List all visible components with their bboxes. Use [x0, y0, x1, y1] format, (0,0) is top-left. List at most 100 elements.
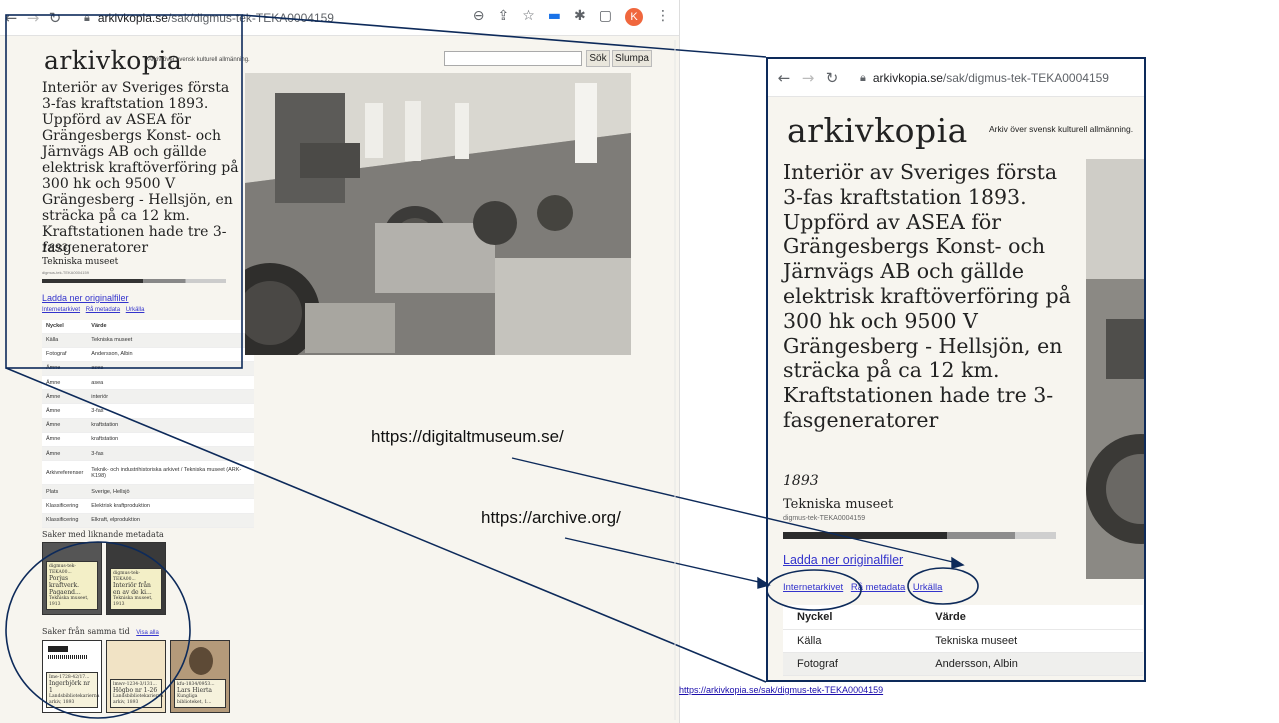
same-time-thumb[interactable]: lmwv-1234-3/131... Högbo nr 1-26 Landsbi… [106, 640, 166, 713]
cell-value: Andersson, Albin [921, 652, 1143, 676]
slide: ← → ↻ 🔒︎ arkivkopia.se/sak/digmus-tek-TE… [0, 0, 1279, 723]
cell-value: Elkraft, elproduktion [87, 513, 254, 528]
internetarkivet-link[interactable]: Internetarkivet [783, 582, 843, 593]
table-row: Ämne kraftstation [42, 418, 254, 433]
similar-thumb[interactable]: digmus-tek-TEKA00... Porjus kraftverk. P… [42, 542, 102, 615]
table-row: Ämne asea [42, 375, 254, 391]
share-icon[interactable]: ⇪ [498, 8, 510, 26]
cell-value: asea [87, 361, 254, 377]
forward-icon[interactable]: → [796, 69, 820, 87]
thumb-source: Kungliga biblioteket, 1... [177, 694, 212, 705]
address-bar[interactable]: arkivkopia.se/sak/digmus-tek-TEKA0004159 [98, 11, 334, 25]
search-button[interactable]: Sök [586, 50, 610, 67]
menu-icon[interactable]: ⋮ [656, 8, 670, 26]
archive-label: https://archive.org/ [481, 508, 621, 527]
source-link[interactable]: Urkälla [913, 582, 943, 593]
puzzle-icon[interactable]: ✱ [574, 8, 586, 26]
same-time-thumb[interactable]: kfu-1834/0953... Lars Hierta Kungliga bi… [170, 640, 230, 713]
cell-key: Ämne [42, 432, 88, 448]
forward-icon[interactable]: → [22, 9, 44, 27]
table-row: Fotograf Andersson, Albin [783, 652, 1143, 676]
item-year: 1893 [783, 473, 819, 489]
thumb-card: lmwv-1234-3/131... Högbo nr 1-26 Landsbi… [110, 678, 164, 708]
source-links: Internetarkivet Rå metadata Urkälla [783, 582, 947, 593]
cell-value: 3-fas [87, 446, 254, 462]
back-icon[interactable]: ← [0, 9, 22, 27]
table-row: Fotograf Andersson, Albin [42, 347, 254, 362]
cell-value: kraftstation [87, 418, 254, 433]
cell-value: 3-fas [87, 403, 254, 419]
cell-key: Klassificering [42, 513, 88, 528]
search-input[interactable] [444, 51, 582, 66]
thumb-title: Ingerbjörk nr 1 [49, 680, 90, 694]
cell-key: Plats [42, 484, 88, 500]
back-icon[interactable]: ← [772, 69, 796, 87]
item-photograph[interactable] [245, 73, 631, 355]
thumb-source: Landsbibliotekarierna arkiv, 1893 [113, 694, 164, 705]
thumb-title: Lars Hierta [177, 687, 212, 694]
cell-value: Elektrisk kraftproduktion [87, 498, 254, 514]
zoom-icon[interactable]: ⊖ [473, 8, 485, 26]
lock-icon: 🔒︎ [860, 70, 866, 84]
sidepanel-icon[interactable]: ▢ [599, 8, 612, 26]
cell-value: asea [87, 375, 254, 391]
thumb-card: digmus-tek-TEKA00... Interiör från en av… [110, 568, 162, 610]
cell-value: Tekniska museet [87, 333, 254, 348]
cell-value: Tekniska museet [921, 629, 1143, 653]
metadata-table: Nyckel Värde Källa Tekniska museet Fotogra… [42, 320, 254, 528]
cell-key: Ämne [42, 446, 88, 462]
item-photograph[interactable] [1086, 159, 1144, 579]
internetarkivet-link[interactable]: Internetarkivet [42, 307, 80, 313]
item-identifier: digmus-tek-TEKA0004159 [42, 270, 89, 275]
photo-crop [1086, 159, 1144, 579]
cell-key: Källa [783, 629, 922, 653]
cell-key: Ämne [42, 418, 88, 433]
show-all-link[interactable]: Visa alla [136, 630, 159, 636]
address-bar[interactable]: arkivkopia.se/sak/digmus-tek-TEKA0004159 [873, 71, 1109, 85]
cell-key: Arkivreferenser [42, 460, 88, 486]
thumb-id: kfu-1834/0953... [177, 681, 215, 687]
cell-value: kraftstation [87, 432, 254, 448]
column-header: Värde [921, 605, 1143, 630]
thumb-id: Ime-1728-42/17... [49, 674, 90, 680]
thumb-title: Högbo nr 1-26 [113, 687, 158, 694]
cell-value: interiör [87, 389, 254, 405]
download-link[interactable]: Ladda ner originalfiler [783, 553, 903, 567]
bookmark-star-icon[interactable]: ☆ [522, 8, 535, 26]
photo-render [245, 73, 631, 355]
item-year: 1893 [42, 243, 68, 254]
table-row: Ämne 3-fas [42, 446, 254, 462]
cell-key: Fotograf [42, 347, 88, 362]
thumb-source: Landsbibliotekarierna arkiv, 1893 [49, 694, 100, 705]
thumb-card: kfu-1834/0953... Lars Hierta Kungliga bi… [174, 678, 226, 708]
raw-metadata-link[interactable]: Rå metadata [86, 307, 120, 313]
item-title: Interiör av Sveriges första 3-fas krafts… [42, 80, 239, 256]
site-logo[interactable]: arkivkopia [787, 111, 968, 150]
thumb-source: Tekniska museet, 1913 [49, 596, 89, 607]
profile-avatar[interactable]: K [625, 8, 643, 26]
download-link[interactable]: Ladda ner originalfiler [42, 293, 129, 303]
same-time-thumb[interactable]: Ime-1728-42/17... Ingerbjörk nr 1 Landsb… [42, 640, 102, 713]
table-row: Klassificering Elektrisk kraftproduktion [42, 498, 254, 514]
color-bar [42, 279, 226, 283]
reload-icon[interactable]: ↻ [44, 9, 66, 27]
metadata-table: Nyckel Värde Källa Tekniska museet Fotogra… [783, 605, 1143, 676]
similar-thumb[interactable]: digmus-tek-TEKA00... Interiör från en av… [106, 542, 166, 615]
same-time-heading: Saker från samma tid Visa alla [42, 627, 159, 636]
barcode-lines [48, 655, 88, 659]
site-tagline: Arkiv över svensk kulturell allmänning. [148, 57, 250, 63]
extension-icon[interactable]: ▬ [548, 8, 561, 26]
table-row: Ämne asea [42, 361, 254, 377]
caption-url[interactable]: https://arkivkopia.se/sak/digmus-tek-TEK… [679, 685, 883, 695]
source-links: Internetarkivet Rå metadata Urkälla [42, 307, 148, 313]
random-button[interactable]: Slumpa [612, 50, 652, 67]
raw-metadata-link[interactable]: Rå metadata [851, 582, 905, 593]
reload-icon[interactable]: ↻ [820, 69, 844, 87]
thumb-id: lmwv-1234-3/131... [113, 681, 157, 687]
table-row: Ämne kraftstation [42, 432, 254, 448]
source-link[interactable]: Urkälla [126, 307, 145, 313]
cell-key: Ämne [42, 375, 88, 391]
table-row: Källa Tekniska museet [783, 629, 1143, 653]
cell-key: Fotograf [783, 652, 922, 676]
thumb-id: digmus-tek-TEKA00... [49, 564, 76, 575]
